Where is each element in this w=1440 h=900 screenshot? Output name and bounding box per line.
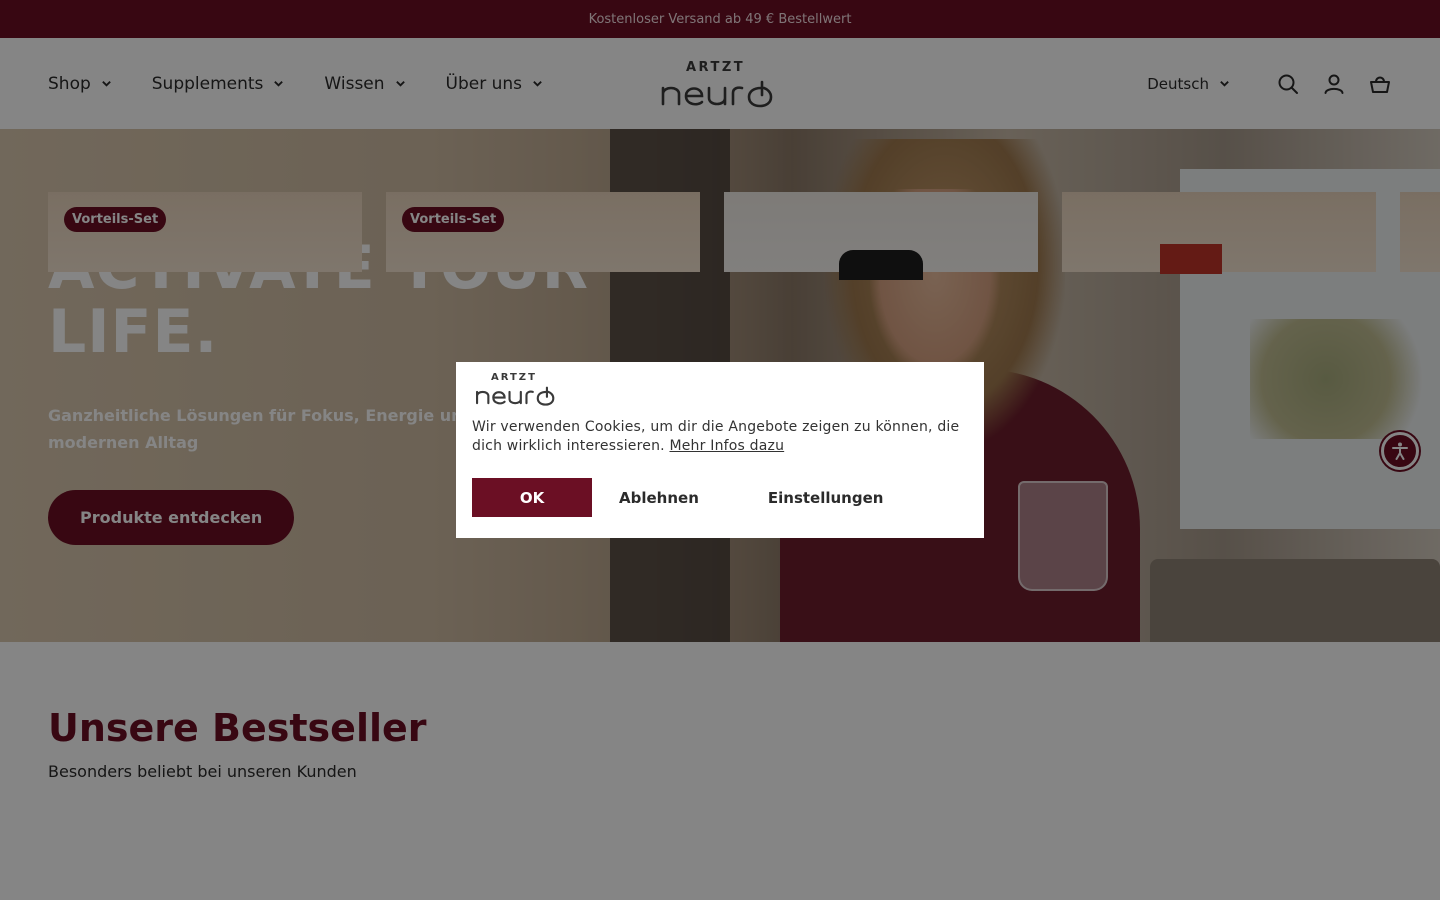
cookie-decline-button[interactable]: Ablehnen [619,489,699,507]
cookie-logo: ARTZT [472,372,564,406]
cookie-settings-button[interactable]: Einstellungen [768,489,884,507]
cookie-actions: OK Ablehnen Einstellungen [472,478,968,517]
cookie-logo-neuro-wordmark [476,386,555,406]
cookie-ok-button[interactable]: OK [472,478,592,517]
cookie-message: Wir verwenden Cookies, um dir die Angebo… [472,418,968,456]
cookie-consent-dialog: ARTZT Wir verwenden Cookies, um dir die … [456,362,984,538]
cookie-more-info-link[interactable]: Mehr Infos dazu [669,438,784,454]
